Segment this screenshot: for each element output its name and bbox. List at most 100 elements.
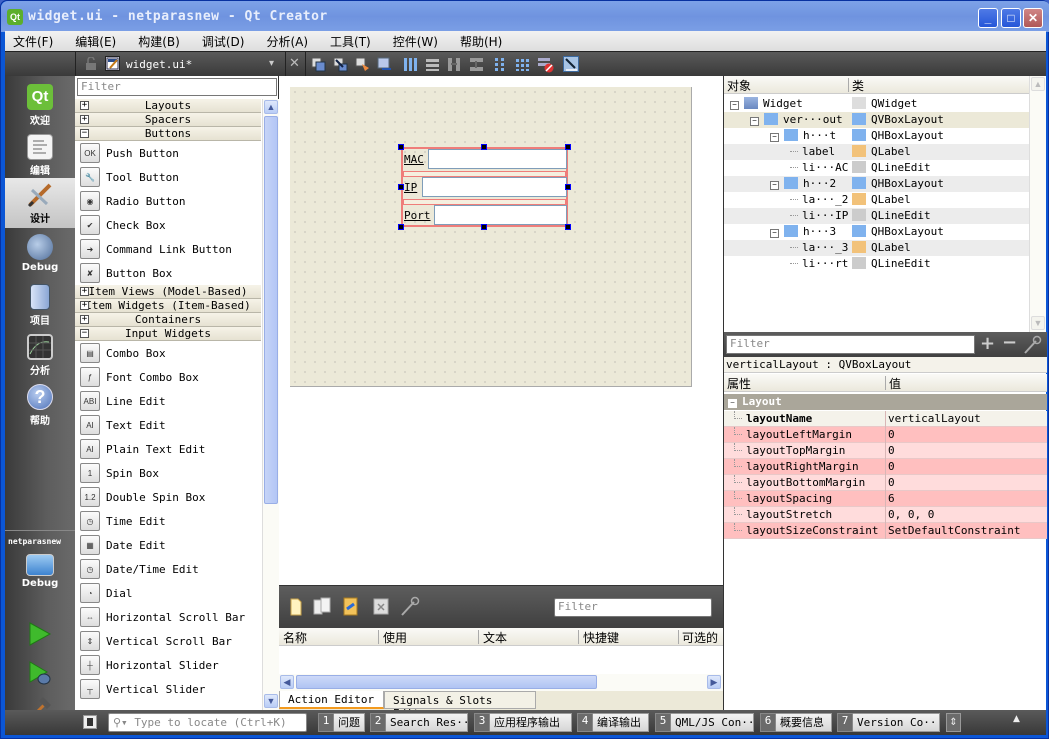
- widget-category[interactable]: + Containers: [75, 313, 261, 327]
- menu-file[interactable]: 文件(F): [13, 33, 53, 50]
- widget-item[interactable]: ◔ Dial: [75, 581, 261, 605]
- property-value[interactable]: 0: [888, 428, 895, 441]
- file-dropdown-button[interactable]: ▾: [269, 58, 274, 69]
- layout-vertical-icon[interactable]: [425, 57, 439, 72]
- port-label[interactable]: Port: [404, 209, 431, 222]
- open-file-name[interactable]: widget.ui*: [126, 58, 192, 71]
- new-action-icon[interactable]: [289, 598, 303, 616]
- tab-signals-slots-editor[interactable]: Signals & Slots Editor: [384, 691, 536, 720]
- property-group-layout[interactable]: − Layout: [724, 394, 1047, 410]
- menu-edit[interactable]: 编辑(E): [75, 33, 116, 50]
- widget-item[interactable]: AI Plain Text Edit: [75, 437, 261, 461]
- menu-analyze[interactable]: 分析(A): [266, 33, 308, 50]
- hscroll-thumb[interactable]: [296, 675, 597, 689]
- widget-item[interactable]: 1.2 Double Spin Box: [75, 485, 261, 509]
- column-used[interactable]: 使用: [383, 629, 407, 646]
- property-value[interactable]: 6: [888, 492, 895, 505]
- expand-icon[interactable]: +: [80, 315, 89, 324]
- menu-tools[interactable]: 工具(T): [330, 33, 371, 50]
- property-row[interactable]: layoutBottomMargin 0: [724, 475, 1047, 491]
- widget-item[interactable]: ◉ Radio Button: [75, 189, 261, 213]
- column-class[interactable]: 类: [852, 77, 864, 94]
- widget-item[interactable]: ✔ Check Box: [75, 213, 261, 237]
- collapse-icon[interactable]: −: [770, 133, 779, 142]
- resize-handle-e[interactable]: [565, 184, 571, 190]
- ip-label[interactable]: IP: [404, 181, 417, 194]
- object-tree-row[interactable]: − Widget QWidget: [724, 96, 1029, 112]
- form-canvas[interactable]: [290, 87, 692, 387]
- widget-filter-input[interactable]: Filter: [77, 78, 277, 96]
- widget-category[interactable]: + Item Views (Model-Based): [75, 285, 261, 299]
- widget-item[interactable]: ┼ Horizontal Slider: [75, 653, 261, 677]
- port-line-edit[interactable]: [434, 205, 567, 225]
- object-tree-row[interactable]: li···IP QLineEdit: [724, 208, 1029, 224]
- widget-item[interactable]: ┬ Vertical Slider: [75, 677, 261, 701]
- property-row[interactable]: layoutLeftMargin 0: [724, 427, 1047, 443]
- property-value[interactable]: verticalLayout: [888, 412, 981, 425]
- column-object[interactable]: 对象: [727, 77, 751, 94]
- mode-projects[interactable]: 项目: [5, 280, 75, 328]
- resize-handle-sw[interactable]: [398, 224, 404, 230]
- column-name[interactable]: 名称: [283, 629, 307, 646]
- unlock-icon[interactable]: [85, 57, 97, 71]
- object-tree-row[interactable]: li···rt QLineEdit: [724, 256, 1029, 272]
- property-value[interactable]: 0: [888, 460, 895, 473]
- property-value[interactable]: 0: [888, 444, 895, 457]
- column-text[interactable]: 文本: [483, 629, 507, 646]
- property-row[interactable]: layoutStretch 0, 0, 0: [724, 507, 1047, 523]
- widget-item[interactable]: ◷ Date/Time Edit: [75, 557, 261, 581]
- ip-line-edit[interactable]: [422, 177, 567, 197]
- more-panes-button[interactable]: ⇕: [946, 713, 961, 732]
- close-document-button[interactable]: ✕: [289, 56, 300, 71]
- layout-v-splitter-icon[interactable]: [469, 57, 483, 72]
- collapse-icon[interactable]: −: [730, 101, 739, 110]
- mode-welcome[interactable]: Qt 欢迎: [5, 80, 75, 128]
- object-tree-row[interactable]: − ver···out QVBoxLayout: [724, 112, 1029, 128]
- widget-item[interactable]: ✘ Button Box: [75, 261, 261, 285]
- debug-run-button[interactable]: [27, 660, 53, 686]
- resize-handle-s[interactable]: [481, 224, 487, 230]
- configure-wrench-icon[interactable]: [1023, 335, 1043, 354]
- property-value[interactable]: 0: [888, 476, 895, 489]
- widget-category[interactable]: + Spacers: [75, 113, 261, 127]
- column-property[interactable]: 属性: [727, 375, 751, 392]
- output-pane-tab[interactable]: 7 Version Co···: [837, 713, 940, 732]
- property-row[interactable]: layoutSizeConstraint SetDefaultConstraint: [724, 523, 1047, 539]
- object-inspector-scrollbar[interactable]: ▲ ▼: [1029, 76, 1046, 332]
- resize-handle-ne[interactable]: [565, 144, 571, 150]
- mode-help[interactable]: ? 帮助: [5, 380, 75, 428]
- collapse-icon[interactable]: −: [770, 229, 779, 238]
- remove-property-button[interactable]: −: [1002, 332, 1017, 353]
- break-layout-icon[interactable]: [537, 56, 554, 73]
- minimize-button[interactable]: _: [978, 8, 998, 28]
- widget-item[interactable]: 1 Spin Box: [75, 461, 261, 485]
- adjust-size-icon[interactable]: [563, 56, 579, 72]
- widget-box-scrollbar[interactable]: ▲ ▼: [262, 99, 279, 710]
- object-tree-row[interactable]: − h···t QHBoxLayout: [724, 128, 1029, 144]
- object-tree-row[interactable]: label QLabel: [724, 144, 1029, 160]
- property-row[interactable]: layoutRightMargin 0: [724, 459, 1047, 475]
- edit-widgets-icon[interactable]: [311, 57, 326, 72]
- copy-action-icon[interactable]: [313, 597, 333, 616]
- scroll-thumb[interactable]: [264, 116, 278, 504]
- widget-item[interactable]: ◷ Time Edit: [75, 509, 261, 533]
- close-button[interactable]: ✕: [1023, 8, 1043, 28]
- scroll-left-button[interactable]: ◀: [280, 675, 294, 689]
- action-filter-input[interactable]: Filter: [554, 598, 712, 617]
- scroll-up-button[interactable]: ▲: [1031, 77, 1045, 91]
- collapse-icon[interactable]: −: [80, 129, 89, 138]
- add-property-button[interactable]: +: [980, 333, 995, 354]
- scroll-down-button[interactable]: ▼: [264, 694, 278, 708]
- object-tree-row[interactable]: − h···2 QHBoxLayout: [724, 176, 1029, 192]
- collapse-icon[interactable]: −: [728, 399, 737, 408]
- mode-analyze[interactable]: 分析: [5, 330, 75, 378]
- scroll-right-button[interactable]: ▶: [707, 675, 721, 689]
- widget-item[interactable]: 🔧 Tool Button: [75, 165, 261, 189]
- scroll-up-button[interactable]: ▲: [264, 100, 278, 114]
- output-pane-tab[interactable]: 2 Search Res···: [370, 713, 468, 732]
- edit-buddies-icon[interactable]: [355, 57, 370, 72]
- resize-handle-n[interactable]: [481, 144, 487, 150]
- collapse-icon[interactable]: −: [750, 117, 759, 126]
- collapse-icon[interactable]: −: [770, 181, 779, 190]
- mac-line-edit[interactable]: [428, 149, 567, 169]
